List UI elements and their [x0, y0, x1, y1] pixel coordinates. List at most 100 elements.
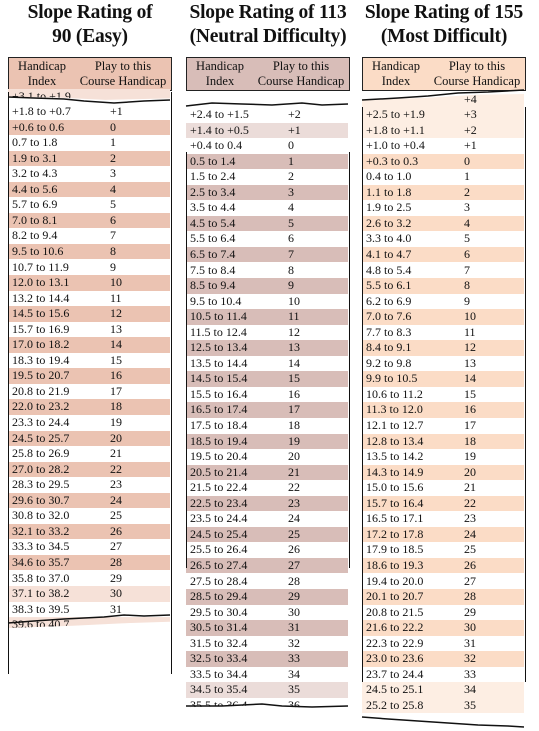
course-handicap-cell: 11 [464, 324, 476, 339]
handicap-index-cell: 7.0 to 7.6 [366, 309, 412, 324]
handicap-index-cell: +1.0 to +0.4 [366, 138, 425, 153]
table-row: 1.9 to 2.5 3 [362, 200, 524, 216]
handicap-index-cell: 28.5 to 29.4 [190, 589, 248, 604]
table-row: 12.1 to 12.7 17 [362, 418, 524, 434]
handicap-index-cell: 23.0 to 23.6 [366, 651, 424, 666]
table-row: 7.5 to 8.4 8 [186, 263, 348, 279]
table-row: 5.5 to 6.4 6 [186, 231, 348, 247]
table-row: 33.3 to 34.5 27 [8, 539, 170, 555]
handicap-index-cell: 5.7 to 6.9 [12, 197, 58, 212]
handicap-index-cell: 14.5 to 15.6 [12, 306, 70, 321]
handicap-index-cell: 4.1 to 4.7 [366, 246, 412, 261]
header-handicap-index: Handicap Index [187, 58, 253, 90]
handicap-index-cell: +0.3 to 0.3 [366, 153, 419, 168]
handicap-index-cell: 28.3 to 29.5 [12, 477, 70, 492]
course-handicap-cell: 27 [464, 573, 476, 588]
slope-155-column: Slope Rating of 155 (Most Difficult) Han… [358, 0, 530, 729]
title-line-2: 90 (Easy) [52, 26, 128, 47]
handicap-index-cell: 14.5 to 15.4 [190, 371, 248, 386]
course-handicap-cell: 11 [288, 309, 300, 324]
table-row: 16.5 to 17.4 17 [186, 402, 348, 418]
table-row: +0.4 to 0.4 0 [186, 138, 348, 154]
course-handicap-cell: 7 [110, 228, 116, 243]
table-row: +0.3 to 0.3 0 [362, 153, 524, 170]
table-row: 21.6 to 22.2 30 [362, 620, 524, 636]
table-row: 35.8 to 37.0 29 [8, 571, 170, 587]
torn-edge [186, 703, 349, 708]
table-row: 10.7 to 11.9 9 [8, 260, 170, 276]
header-label: Course Handicap [257, 74, 345, 88]
handicap-index-cell: 17.9 to 18.5 [366, 542, 424, 557]
header-handicap-index: Handicap Index [9, 58, 75, 90]
handicap-index-cell: 4.8 to 5.4 [366, 262, 412, 277]
course-handicap-cell: 28 [288, 573, 300, 588]
course-handicap-cell: 14 [288, 355, 300, 370]
handicap-index-cell: 16.5 to 17.1 [366, 511, 424, 526]
slope-90-column: Slope Rating of 90 (Easy) Handicap Index… [4, 0, 176, 674]
course-handicap-cell: 4 [288, 200, 294, 215]
handicap-index-cell: 20.1 to 20.7 [366, 589, 424, 604]
course-handicap-cell: 23 [464, 511, 476, 526]
course-handicap-cell: 15 [110, 352, 122, 367]
handicap-index-cell: 8.2 to 9.4 [12, 228, 58, 243]
table-row: 4.1 to 4.7 6 [362, 246, 524, 263]
table-row: 19.5 to 20.7 16 [8, 368, 170, 384]
course-handicap-cell: 16 [464, 402, 476, 417]
table-row: 11.3 to 12.0 16 [362, 402, 524, 418]
header-label: Play to this [94, 59, 152, 73]
table-row: 17.5 to 18.4 18 [186, 418, 348, 434]
torn-edge [185, 102, 349, 107]
course-handicap-cell: 23 [288, 495, 300, 510]
course-handicap-cell: 12 [110, 306, 122, 321]
table-row: 15.5 to 16.4 16 [186, 387, 348, 403]
table-row: 24.5 to 25.7 20 [8, 430, 170, 447]
handicap-index-cell: 21.6 to 22.2 [366, 620, 424, 635]
course-handicap-cell: 18 [110, 399, 122, 414]
course-handicap-cell: 27 [110, 539, 122, 554]
course-handicap-cell: 13 [288, 340, 300, 355]
course-handicap-cell: 30 [288, 604, 300, 619]
handicap-index-cell: 14.3 to 14.9 [366, 464, 424, 479]
handicap-index-cell: 35.8 to 37.0 [12, 570, 70, 585]
table-row: 6.5 to 7.4 7 [186, 246, 348, 263]
course-handicap-cell: 8 [464, 278, 470, 293]
course-handicap-cell: 25 [288, 526, 300, 541]
header-label: Handicap [372, 59, 420, 73]
course-handicap-cell: 19 [464, 449, 476, 464]
course-handicap-cell: 20 [464, 464, 476, 479]
header-label: Play to this [448, 59, 506, 73]
course-handicap-cell: 24 [288, 511, 300, 526]
course-handicap-cell: 10 [288, 293, 300, 308]
table-row: 11.5 to 12.4 12 [186, 325, 348, 341]
course-handicap-cell: 30 [464, 620, 476, 635]
course-handicap-cell: 26 [110, 523, 122, 538]
handicap-index-cell: 21.5 to 22.4 [190, 480, 248, 495]
course-handicap-cell: 8 [110, 243, 116, 258]
handicap-index-cell: +1.4 to +0.5 [190, 122, 249, 137]
column-title: Slope Rating of 155 (Most Difficult) [358, 1, 530, 49]
torn-edge [361, 89, 525, 101]
course-handicap-cell: 24 [110, 492, 122, 507]
table-row: 34.6 to 35.7 28 [8, 554, 170, 571]
handicap-index-cell: 2.6 to 3.2 [366, 215, 412, 230]
table-row: +0.6 to 0.6 0 [8, 119, 170, 136]
course-handicap-cell: 0 [288, 138, 294, 153]
table-row: 0.5 to 1.4 1 [186, 153, 348, 170]
handicap-index-cell: 27.0 to 28.2 [12, 461, 70, 476]
handicap-index-cell: 30.5 to 31.4 [190, 620, 248, 635]
handicap-index-cell: 11.3 to 12.0 [366, 402, 423, 417]
course-handicap-cell: 16 [288, 386, 300, 401]
course-handicap-cell: 20 [288, 449, 300, 464]
course-handicap-cell: 28 [464, 589, 476, 604]
course-handicap-cell: 17 [288, 402, 300, 417]
table-row: 20.1 to 20.7 28 [362, 589, 524, 605]
course-handicap-cell: 17 [464, 418, 476, 432]
course-handicap-cell: 10 [110, 275, 122, 290]
course-handicap-cell: 0 [464, 153, 470, 168]
handicap-index-cell: 34.6 to 35.7 [12, 554, 70, 569]
course-handicap-cell: 29 [464, 604, 476, 619]
header-label: Index [205, 74, 235, 88]
table-row: 25.2 to 25.8 35 [362, 697, 524, 714]
handicap-index-cell: 13.5 to 14.4 [190, 355, 248, 370]
handicap-index-cell: 8.5 to 9.4 [190, 278, 236, 293]
